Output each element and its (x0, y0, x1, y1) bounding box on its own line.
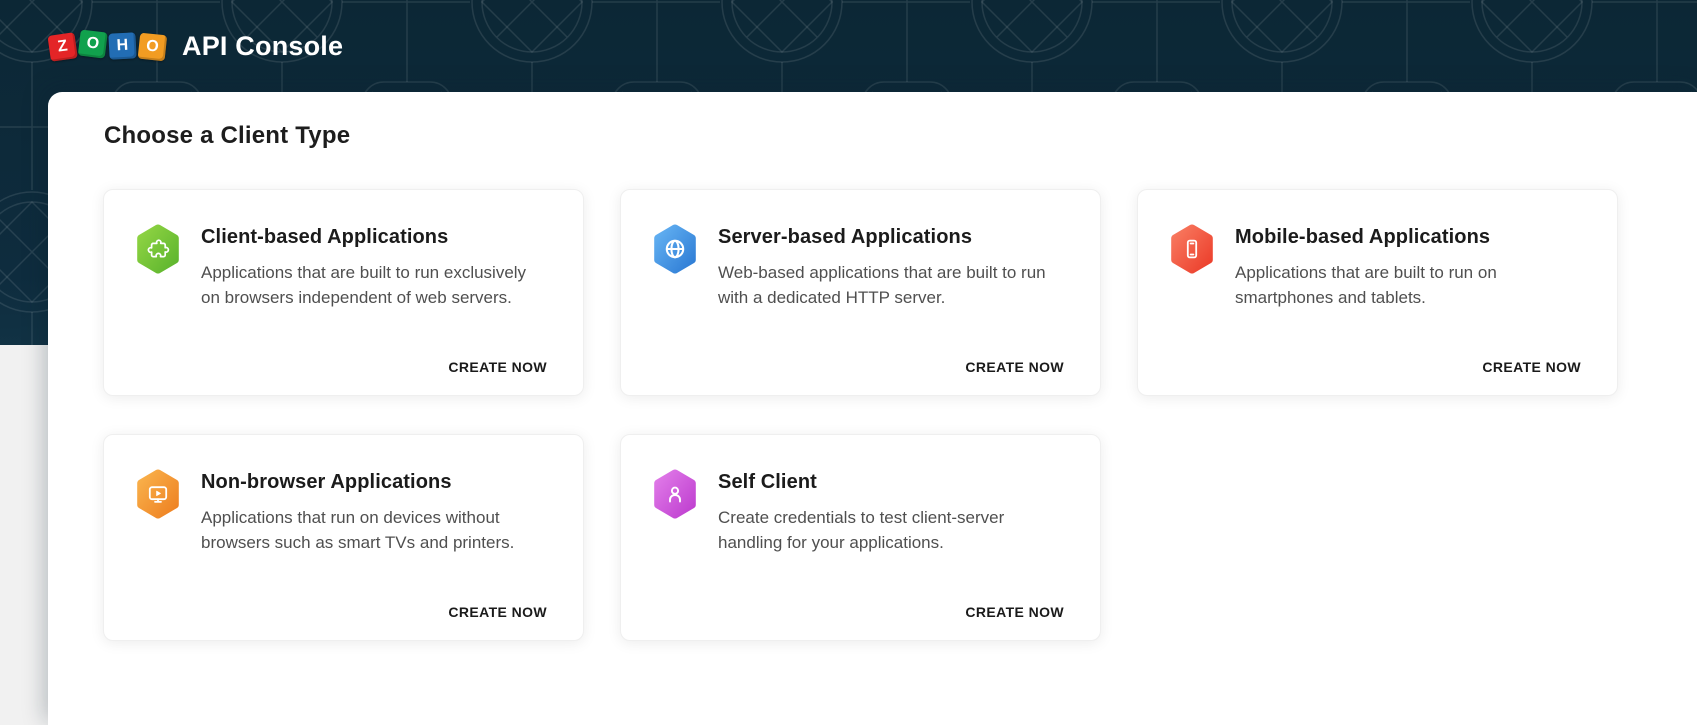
client-type-card-server-based[interactable]: Server-based Applications Web-based appl… (620, 189, 1101, 396)
card-title: Mobile-based Applications (1235, 226, 1491, 248)
zoho-logo-tile: O (137, 32, 168, 62)
client-type-grid: Client-based Applications Applications t… (103, 189, 1697, 641)
zoho-logo[interactable]: ZOHO (47, 29, 168, 62)
create-now-link[interactable]: CREATE NOW (448, 359, 547, 375)
card-description: Applications that are built to run on sm… (1235, 263, 1497, 307)
zoho-logo-tile: O (77, 29, 108, 59)
client-type-card-client-based[interactable]: Client-based Applications Applications t… (103, 189, 584, 396)
create-now-link[interactable]: CREATE NOW (965, 604, 1064, 620)
card-title: Self Client (718, 471, 817, 493)
app-header: ZOHO API Console (0, 0, 1697, 92)
page-title: Choose a Client Type (104, 122, 351, 149)
client-type-card-self-client[interactable]: Self Client Create credentials to test c… (620, 434, 1101, 641)
app-title: API Console (182, 30, 344, 61)
card-description: Applications that run on devices without… (201, 508, 515, 552)
create-now-link[interactable]: CREATE NOW (448, 604, 547, 620)
client-type-card-non-browser[interactable]: Non-browser Applications Applications th… (103, 434, 584, 641)
card-title: Non-browser Applications (201, 471, 452, 493)
card-title: Client-based Applications (201, 226, 449, 248)
content-panel: Choose a Client Type Client-based Applic… (48, 92, 1697, 725)
smartphone-icon (1170, 224, 1214, 274)
tv-icon (136, 469, 180, 519)
create-now-link[interactable]: CREATE NOW (965, 359, 1064, 375)
zoho-logo-tile: H (108, 32, 137, 60)
zoho-logo-tile: Z (47, 32, 78, 62)
card-title: Server-based Applications (718, 226, 973, 248)
globe-icon (653, 224, 697, 274)
client-type-card-mobile-based[interactable]: Mobile-based Applications Applications t… (1137, 189, 1618, 396)
user-icon (653, 469, 697, 519)
create-now-link[interactable]: CREATE NOW (1482, 359, 1581, 375)
card-description: Applications that are built to run exclu… (201, 263, 527, 307)
card-description: Create credentials to test client-server… (718, 508, 1005, 552)
puzzle-icon (136, 224, 180, 274)
card-description: Web-based applications that are built to… (718, 263, 1046, 307)
